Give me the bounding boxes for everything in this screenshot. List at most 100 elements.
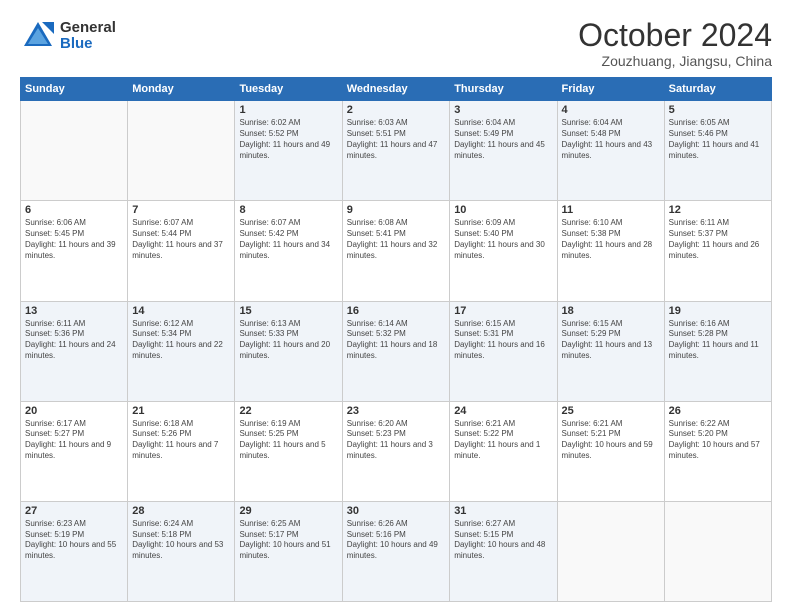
table-row: 30 Sunrise: 6:26 AM Sunset: 5:16 PM Dayli… [342, 501, 449, 601]
day-info: Sunrise: 6:11 AM Sunset: 5:37 PM Dayligh… [669, 218, 767, 261]
day-info: Sunrise: 6:10 AM Sunset: 5:38 PM Dayligh… [562, 218, 660, 261]
header-friday: Friday [557, 78, 664, 101]
day-number: 12 [669, 204, 767, 216]
table-row: 16Sunrise: 6:14 AM Sunset: 5:32 PM Dayli… [342, 301, 449, 401]
day-info: Sunrise: 6:05 AM Sunset: 5:46 PM Dayligh… [669, 118, 767, 161]
day-number: 28 [132, 505, 230, 517]
calendar-week-row: 6Sunrise: 6:06 AM Sunset: 5:45 PM Daylig… [21, 201, 772, 301]
day-info: Sunrise: 6:04 AM Sunset: 5:48 PM Dayligh… [562, 118, 660, 161]
day-info: Sunrise: 6:16 AM Sunset: 5:28 PM Dayligh… [669, 319, 767, 362]
day-info: Sunrise: 6:18 AM Sunset: 5:26 PM Dayligh… [132, 419, 230, 462]
calendar-week-row: 1 Sunrise: 6:02 AM Sunset: 5:52 PM Daylig… [21, 101, 772, 201]
table-row: 26 Sunrise: 6:22 AM Sunset: 5:20 PM Dayli… [664, 401, 771, 501]
day-number: 11 [562, 204, 660, 216]
day-number: 8 [239, 204, 337, 216]
table-row: 18 Sunrise: 6:15 AM Sunset: 5:29 PM Dayli… [557, 301, 664, 401]
header-sunday: Sunday [21, 78, 128, 101]
day-info: Sunrise: 6:03 AM Sunset: 5:51 PM Dayligh… [347, 118, 445, 161]
logo-general-text: General [60, 20, 116, 37]
day-info: Sunrise: 6:26 AM Sunset: 5:16 PM Dayligh… [347, 519, 445, 562]
table-row: 5 Sunrise: 6:05 AM Sunset: 5:46 PM Daylig… [664, 101, 771, 201]
table-row: 13Sunrise: 6:11 AM Sunset: 5:36 PM Dayli… [21, 301, 128, 401]
table-row [21, 101, 128, 201]
day-number: 20 [25, 405, 123, 417]
day-info: Sunrise: 6:13 AM Sunset: 5:33 PM Dayligh… [239, 319, 337, 362]
day-info: Sunrise: 6:20 AM Sunset: 5:23 PM Dayligh… [347, 419, 445, 462]
table-row: 4 Sunrise: 6:04 AM Sunset: 5:48 PM Daylig… [557, 101, 664, 201]
day-number: 14 [132, 305, 230, 317]
header: General Blue October 2024 Zouzhuang, Jia… [20, 18, 772, 69]
table-row: 2 Sunrise: 6:03 AM Sunset: 5:51 PM Daylig… [342, 101, 449, 201]
day-info: Sunrise: 6:17 AM Sunset: 5:27 PM Dayligh… [25, 419, 123, 462]
day-info: Sunrise: 6:15 AM Sunset: 5:31 PM Dayligh… [454, 319, 552, 362]
table-row: 25Sunrise: 6:21 AM Sunset: 5:21 PM Dayli… [557, 401, 664, 501]
day-number: 22 [239, 405, 337, 417]
table-row: 9Sunrise: 6:08 AM Sunset: 5:41 PM Daylig… [342, 201, 449, 301]
day-number: 7 [132, 204, 230, 216]
table-row: 24Sunrise: 6:21 AM Sunset: 5:22 PM Dayli… [450, 401, 557, 501]
calendar-week-row: 13Sunrise: 6:11 AM Sunset: 5:36 PM Dayli… [21, 301, 772, 401]
table-row: 22Sunrise: 6:19 AM Sunset: 5:25 PM Dayli… [235, 401, 342, 501]
table-row [128, 101, 235, 201]
table-row: 27 Sunrise: 6:23 AM Sunset: 5:19 PM Dayli… [21, 501, 128, 601]
day-info: Sunrise: 6:11 AM Sunset: 5:36 PM Dayligh… [25, 319, 123, 362]
table-row: 29 Sunrise: 6:25 AM Sunset: 5:17 PM Dayli… [235, 501, 342, 601]
table-row: 17 Sunrise: 6:15 AM Sunset: 5:31 PM Dayli… [450, 301, 557, 401]
table-row: 31 Sunrise: 6:27 AM Sunset: 5:15 PM Dayli… [450, 501, 557, 601]
day-number: 27 [25, 505, 123, 517]
table-row: 8Sunrise: 6:07 AM Sunset: 5:42 PM Daylig… [235, 201, 342, 301]
table-row: 11 Sunrise: 6:10 AM Sunset: 5:38 PM Dayli… [557, 201, 664, 301]
table-row: 12 Sunrise: 6:11 AM Sunset: 5:37 PM Dayli… [664, 201, 771, 301]
day-number: 9 [347, 204, 445, 216]
table-row [664, 501, 771, 601]
day-number: 18 [562, 305, 660, 317]
day-number: 21 [132, 405, 230, 417]
day-number: 24 [454, 405, 552, 417]
day-info: Sunrise: 6:09 AM Sunset: 5:40 PM Dayligh… [454, 218, 552, 261]
table-row: 14 Sunrise: 6:12 AM Sunset: 5:34 PM Dayli… [128, 301, 235, 401]
day-number: 26 [669, 405, 767, 417]
day-info: Sunrise: 6:24 AM Sunset: 5:18 PM Dayligh… [132, 519, 230, 562]
day-number: 23 [347, 405, 445, 417]
day-info: Sunrise: 6:15 AM Sunset: 5:29 PM Dayligh… [562, 319, 660, 362]
table-row: 1 Sunrise: 6:02 AM Sunset: 5:52 PM Daylig… [235, 101, 342, 201]
table-row: 6Sunrise: 6:06 AM Sunset: 5:45 PM Daylig… [21, 201, 128, 301]
day-info: Sunrise: 6:21 AM Sunset: 5:21 PM Dayligh… [562, 419, 660, 462]
header-monday: Monday [128, 78, 235, 101]
table-row: 20 Sunrise: 6:17 AM Sunset: 5:27 PM Dayli… [21, 401, 128, 501]
header-tuesday: Tuesday [235, 78, 342, 101]
day-info: Sunrise: 6:22 AM Sunset: 5:20 PM Dayligh… [669, 419, 767, 462]
day-number: 2 [347, 104, 445, 116]
day-info: Sunrise: 6:02 AM Sunset: 5:52 PM Dayligh… [239, 118, 337, 161]
day-number: 3 [454, 104, 552, 116]
day-number: 17 [454, 305, 552, 317]
table-row: 10 Sunrise: 6:09 AM Sunset: 5:40 PM Dayli… [450, 201, 557, 301]
day-info: Sunrise: 6:27 AM Sunset: 5:15 PM Dayligh… [454, 519, 552, 562]
header-saturday: Saturday [664, 78, 771, 101]
day-info: Sunrise: 6:07 AM Sunset: 5:44 PM Dayligh… [132, 218, 230, 261]
table-row: 3Sunrise: 6:04 AM Sunset: 5:49 PM Daylig… [450, 101, 557, 201]
day-number: 6 [25, 204, 123, 216]
calendar-week-row: 27 Sunrise: 6:23 AM Sunset: 5:19 PM Dayli… [21, 501, 772, 601]
table-row [557, 501, 664, 601]
day-number: 1 [239, 104, 337, 116]
logo-icon [20, 18, 56, 54]
day-number: 31 [454, 505, 552, 517]
table-row: 28 Sunrise: 6:24 AM Sunset: 5:18 PM Dayli… [128, 501, 235, 601]
table-row: 15Sunrise: 6:13 AM Sunset: 5:33 PM Dayli… [235, 301, 342, 401]
day-info: Sunrise: 6:14 AM Sunset: 5:32 PM Dayligh… [347, 319, 445, 362]
day-number: 5 [669, 104, 767, 116]
day-info: Sunrise: 6:23 AM Sunset: 5:19 PM Dayligh… [25, 519, 123, 562]
day-number: 29 [239, 505, 337, 517]
location-subtitle: Zouzhuang, Jiangsu, China [578, 53, 772, 69]
day-number: 4 [562, 104, 660, 116]
logo-blue-text: Blue [60, 36, 116, 53]
table-row: 7 Sunrise: 6:07 AM Sunset: 5:44 PM Daylig… [128, 201, 235, 301]
day-number: 10 [454, 204, 552, 216]
day-info: Sunrise: 6:25 AM Sunset: 5:17 PM Dayligh… [239, 519, 337, 562]
month-title: October 2024 [578, 18, 772, 53]
calendar-header-row: Sunday Monday Tuesday Wednesday Thursday… [21, 78, 772, 101]
calendar-table: Sunday Monday Tuesday Wednesday Thursday… [20, 77, 772, 602]
day-number: 30 [347, 505, 445, 517]
day-info: Sunrise: 6:12 AM Sunset: 5:34 PM Dayligh… [132, 319, 230, 362]
